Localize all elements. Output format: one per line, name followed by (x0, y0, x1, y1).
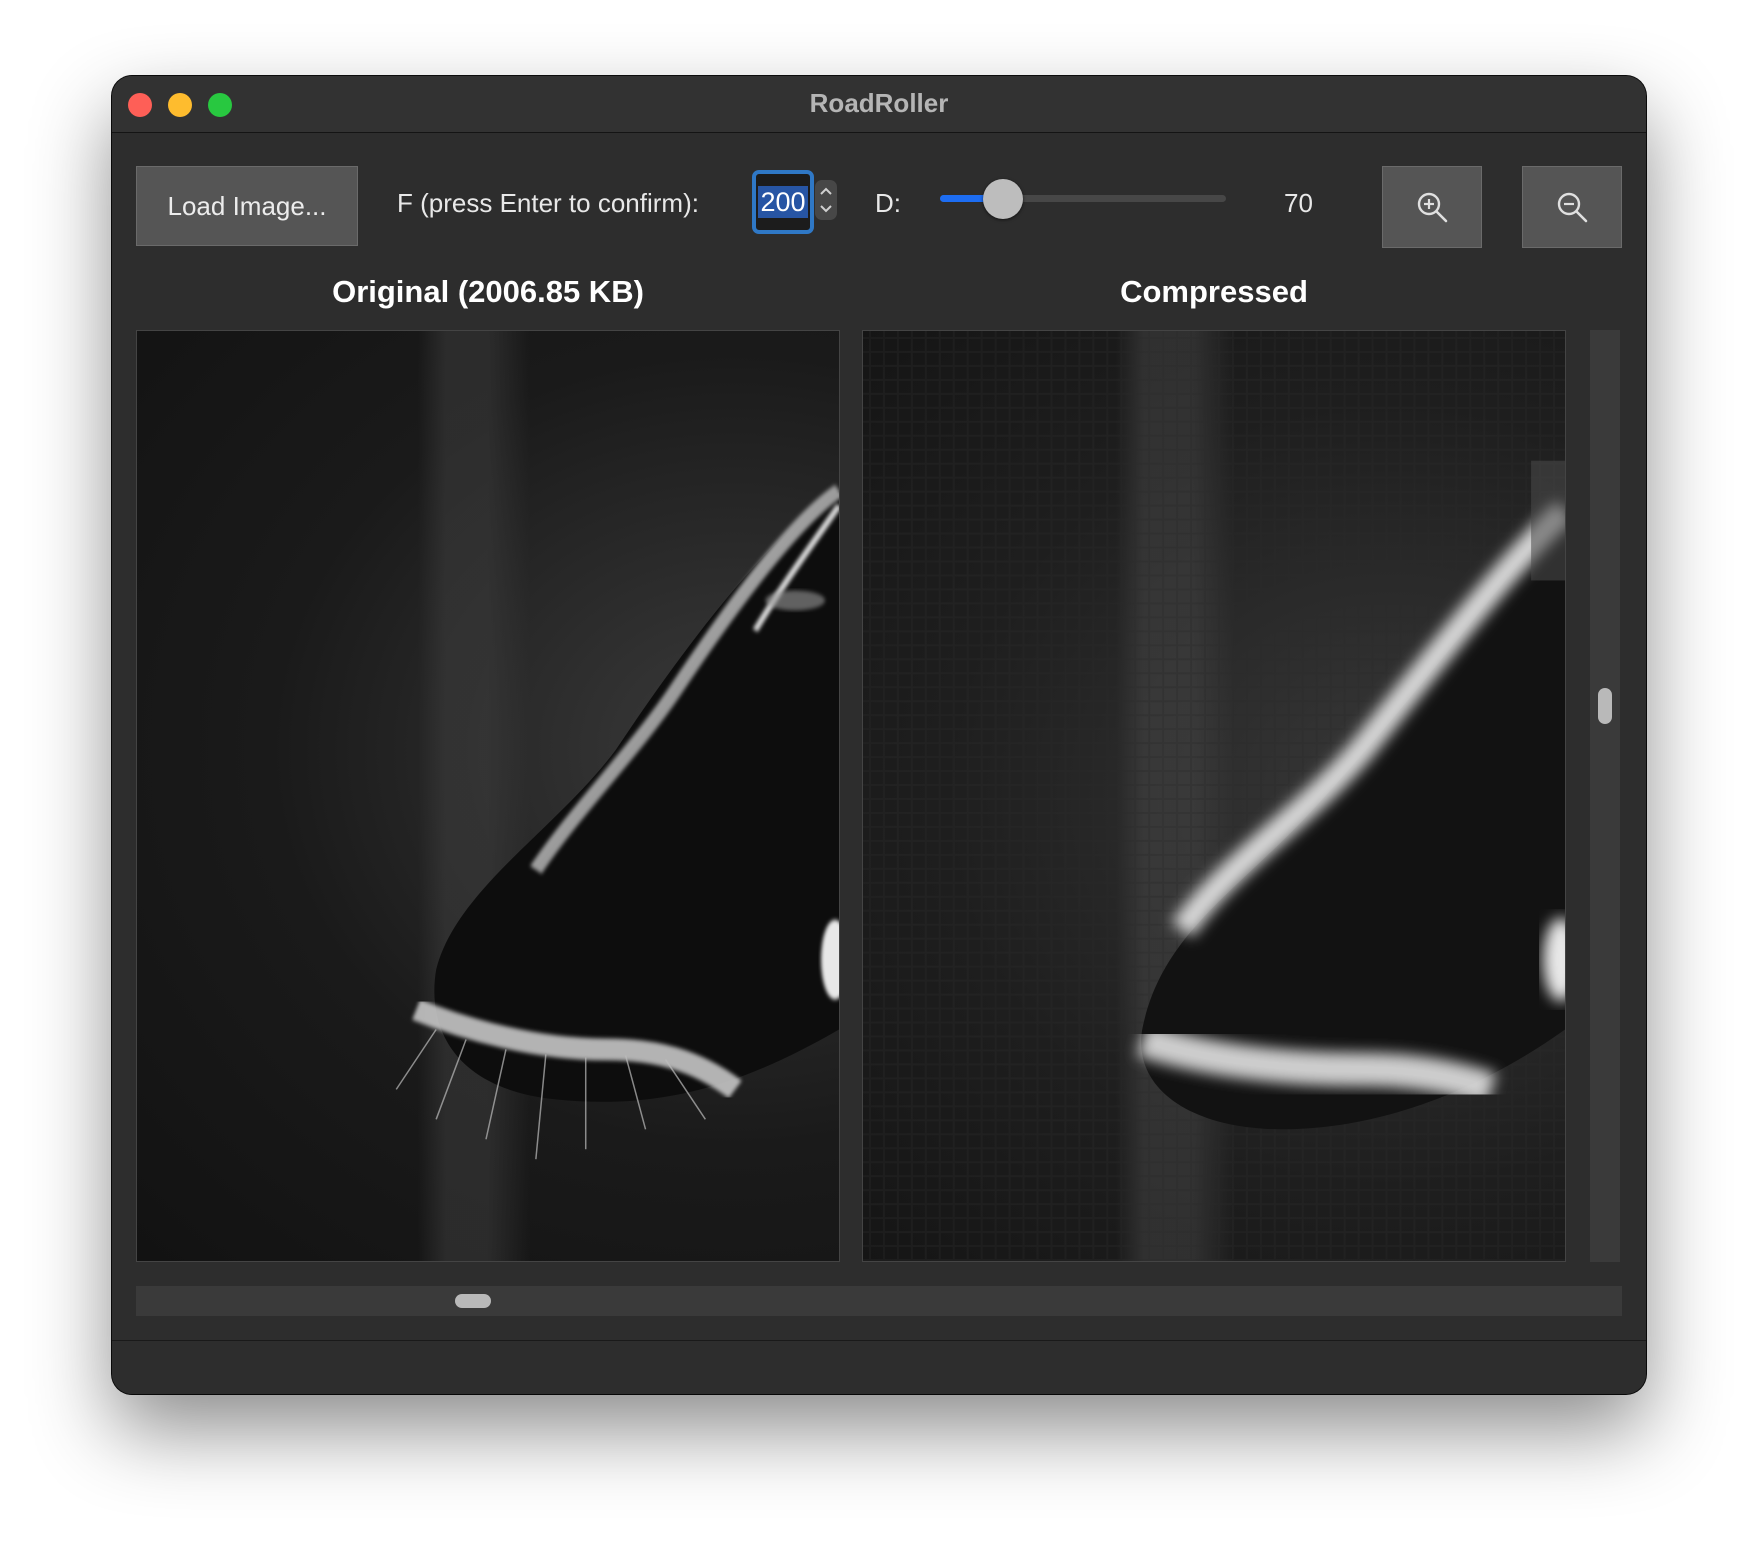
window-title: RoadRoller (809, 88, 949, 118)
f-stepper[interactable] (815, 180, 837, 220)
compressed-title: Compressed (1120, 274, 1308, 309)
compressed-image-view[interactable] (862, 330, 1566, 1262)
f-input[interactable]: 200 (752, 170, 814, 234)
original-title: Original (2006.85 KB) (332, 274, 644, 309)
compressed-image (863, 331, 1565, 1261)
d-slider-thumb[interactable] (982, 179, 1023, 219)
title-bar: RoadRoller (112, 76, 1646, 133)
load-image-button[interactable]: Load Image... (136, 166, 358, 246)
f-input-value: 200 (758, 186, 808, 218)
vertical-scrollbar[interactable] (1590, 330, 1620, 1262)
zoom-in-button[interactable] (1382, 166, 1482, 248)
app-window: RoadRoller Load Image... F (press Enter … (112, 76, 1646, 1394)
d-value: 70 (1284, 188, 1313, 218)
chevron-up-icon[interactable] (819, 186, 833, 196)
original-image (395, 484, 839, 1160)
vertical-scrollbar-thumb[interactable] (1598, 688, 1612, 725)
original-image-view[interactable] (136, 330, 840, 1262)
d-label: D: (875, 188, 901, 218)
horizontal-scrollbar[interactable] (136, 1286, 1622, 1316)
horizontal-scrollbar-thumb[interactable] (455, 1294, 491, 1308)
zoom-out-button[interactable] (1522, 166, 1622, 248)
f-label: F (press Enter to confirm): (397, 188, 699, 218)
chevron-down-icon[interactable] (819, 204, 833, 214)
status-bar (112, 1340, 1646, 1394)
zoom-in-icon (1417, 192, 1448, 223)
zoom-out-icon (1557, 192, 1588, 223)
